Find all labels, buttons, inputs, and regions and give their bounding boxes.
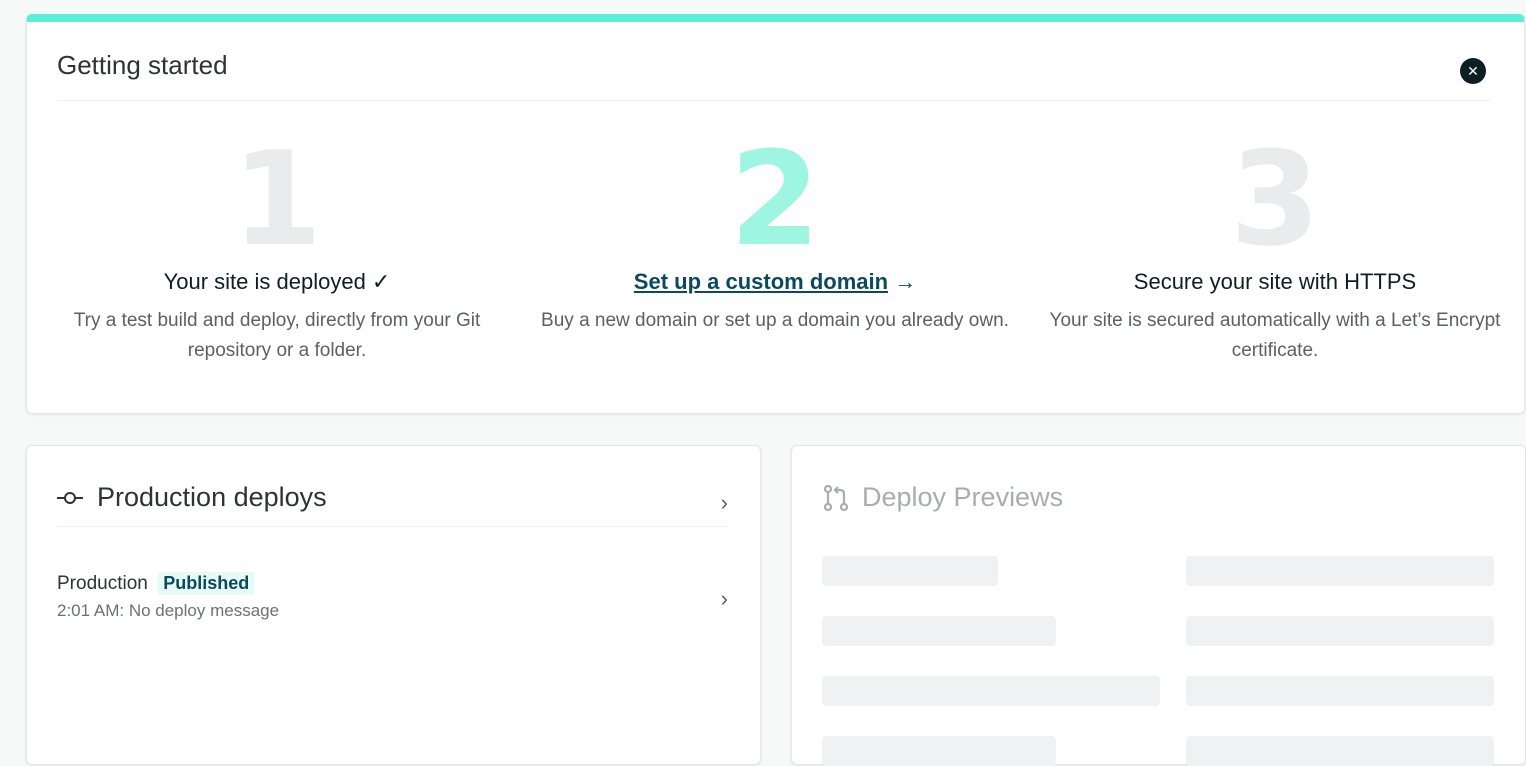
deploy-row[interactable]: Production Published 2:01 AM: No deploy … (57, 572, 728, 632)
arrow-right-icon: → (894, 269, 917, 294)
deploy-previews-header[interactable]: Deploy Previews (822, 482, 1063, 513)
step-description: Your site is secured automatically with … (1049, 310, 1501, 361)
step-title: Secure your site with HTTPS (1133, 269, 1417, 294)
step-description: Try a test build and deploy, directly fr… (73, 310, 481, 361)
pull-request-icon (823, 484, 849, 511)
step-description: Buy a new domain or set up a domain you … (541, 310, 1009, 331)
production-deploys-card: Production deploys › Production Publishe… (26, 445, 761, 765)
loading-placeholder (822, 556, 998, 586)
step-title: Set up a custom domain → (535, 268, 1015, 296)
getting-started-card: Getting started ✕ 1 Your site is deploye… (26, 14, 1525, 414)
divider (57, 100, 1490, 101)
production-deploys-title: Production deploys (97, 482, 327, 512)
loading-placeholder (1186, 556, 1494, 586)
deploy-previews-card: Deploy Previews (791, 445, 1526, 766)
commit-icon (57, 491, 83, 505)
step-number: 3 (1229, 123, 1321, 275)
loading-placeholder (822, 736, 1056, 766)
close-icon[interactable]: ✕ (1460, 58, 1486, 84)
deploy-previews-title: Deploy Previews (862, 482, 1064, 512)
step-3: 3 Secure your site with HTTPS Your site … (1035, 134, 1515, 366)
step-number: 2 (729, 123, 821, 275)
status-badge: Published (158, 572, 255, 595)
custom-domain-link[interactable]: Set up a custom domain (634, 269, 888, 294)
production-deploys-header[interactable]: Production deploys (57, 482, 327, 513)
deploy-meta: 2:01 AM: No deploy message (57, 601, 280, 620)
step-title: Your site is deployed ✓ (163, 269, 391, 294)
deploy-name: Production (57, 573, 148, 594)
getting-started-title: Getting started (57, 50, 228, 80)
divider (57, 526, 728, 527)
loading-placeholder (822, 616, 1056, 646)
step-number: 1 (231, 123, 323, 275)
loading-placeholder (1186, 676, 1494, 706)
chevron-right-icon: › (720, 586, 728, 611)
chevron-right-icon[interactable]: › (721, 490, 728, 516)
step-1: 1 Your site is deployed ✓ Try a test bui… (37, 134, 517, 366)
loading-placeholder (1186, 616, 1494, 646)
step-2: 2 Set up a custom domain → Buy a new dom… (535, 134, 1015, 336)
loading-placeholder (1186, 736, 1494, 766)
loading-placeholder (822, 676, 1160, 706)
